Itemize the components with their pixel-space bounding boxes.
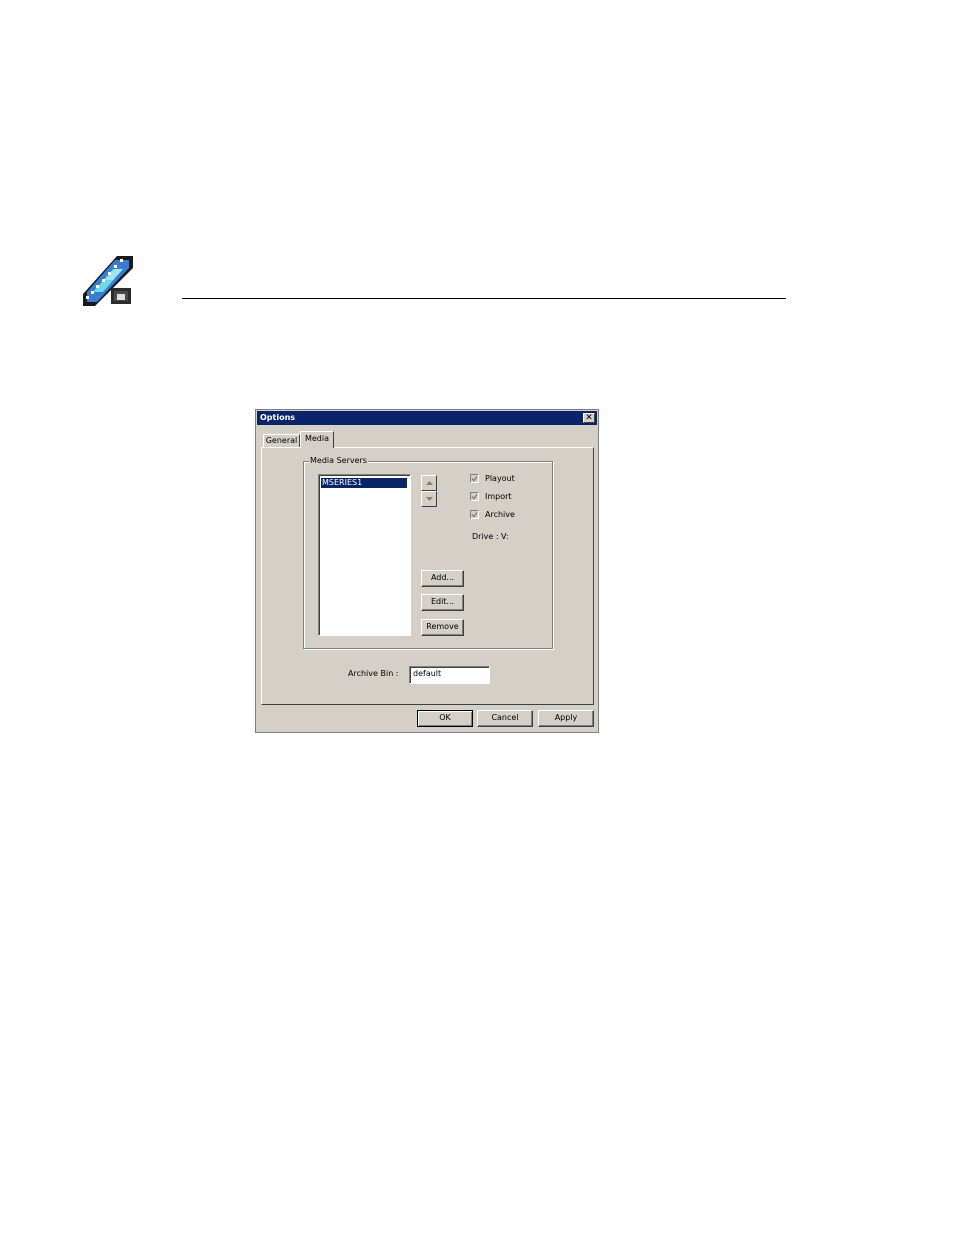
archive-label: Archive [485, 510, 515, 519]
checkmark-icon [471, 476, 478, 482]
cancel-button[interactable]: Cancel [477, 710, 533, 727]
media-servers-label: Media Servers [309, 456, 368, 466]
playout-checkbox[interactable] [470, 474, 479, 483]
options-dialog: Options ✕ General Media Media Servers MS… [255, 409, 599, 733]
import-checkbox[interactable] [470, 492, 479, 501]
archive-checkbox[interactable] [470, 510, 479, 519]
close-button[interactable]: ✕ [583, 413, 595, 423]
drive-value: V: [501, 532, 509, 541]
close-icon: ✕ [585, 413, 593, 423]
tab-general[interactable]: General [263, 434, 300, 447]
arrow-up-icon [426, 481, 433, 485]
ok-button[interactable]: OK [417, 710, 473, 727]
playout-label: Playout [485, 474, 515, 483]
list-item-mseries1[interactable]: MSERIES1 [321, 478, 407, 488]
tab-media[interactable]: Media [300, 431, 334, 448]
checkmark-icon [471, 512, 478, 518]
add-button[interactable]: Add... [421, 570, 464, 587]
move-down-button[interactable] [421, 491, 437, 507]
checkmark-icon [471, 494, 478, 500]
archive-bin-label: Archive Bin : [348, 669, 399, 678]
media-servers-list[interactable]: MSERIES1 [318, 474, 411, 636]
import-label: Import [485, 492, 512, 501]
section-rule [182, 298, 786, 299]
film-strip-icon [83, 256, 133, 306]
archive-bin-input[interactable]: default [409, 666, 490, 684]
drive-label: Drive : [472, 532, 499, 541]
arrow-down-icon [426, 497, 433, 501]
dialog-title: Options [260, 413, 296, 422]
remove-button[interactable]: Remove [421, 619, 464, 636]
move-up-button[interactable] [421, 475, 437, 491]
edit-button[interactable]: Edit... [421, 594, 464, 611]
title-bar[interactable]: Options ✕ [257, 411, 597, 425]
apply-button[interactable]: Apply [538, 710, 594, 727]
